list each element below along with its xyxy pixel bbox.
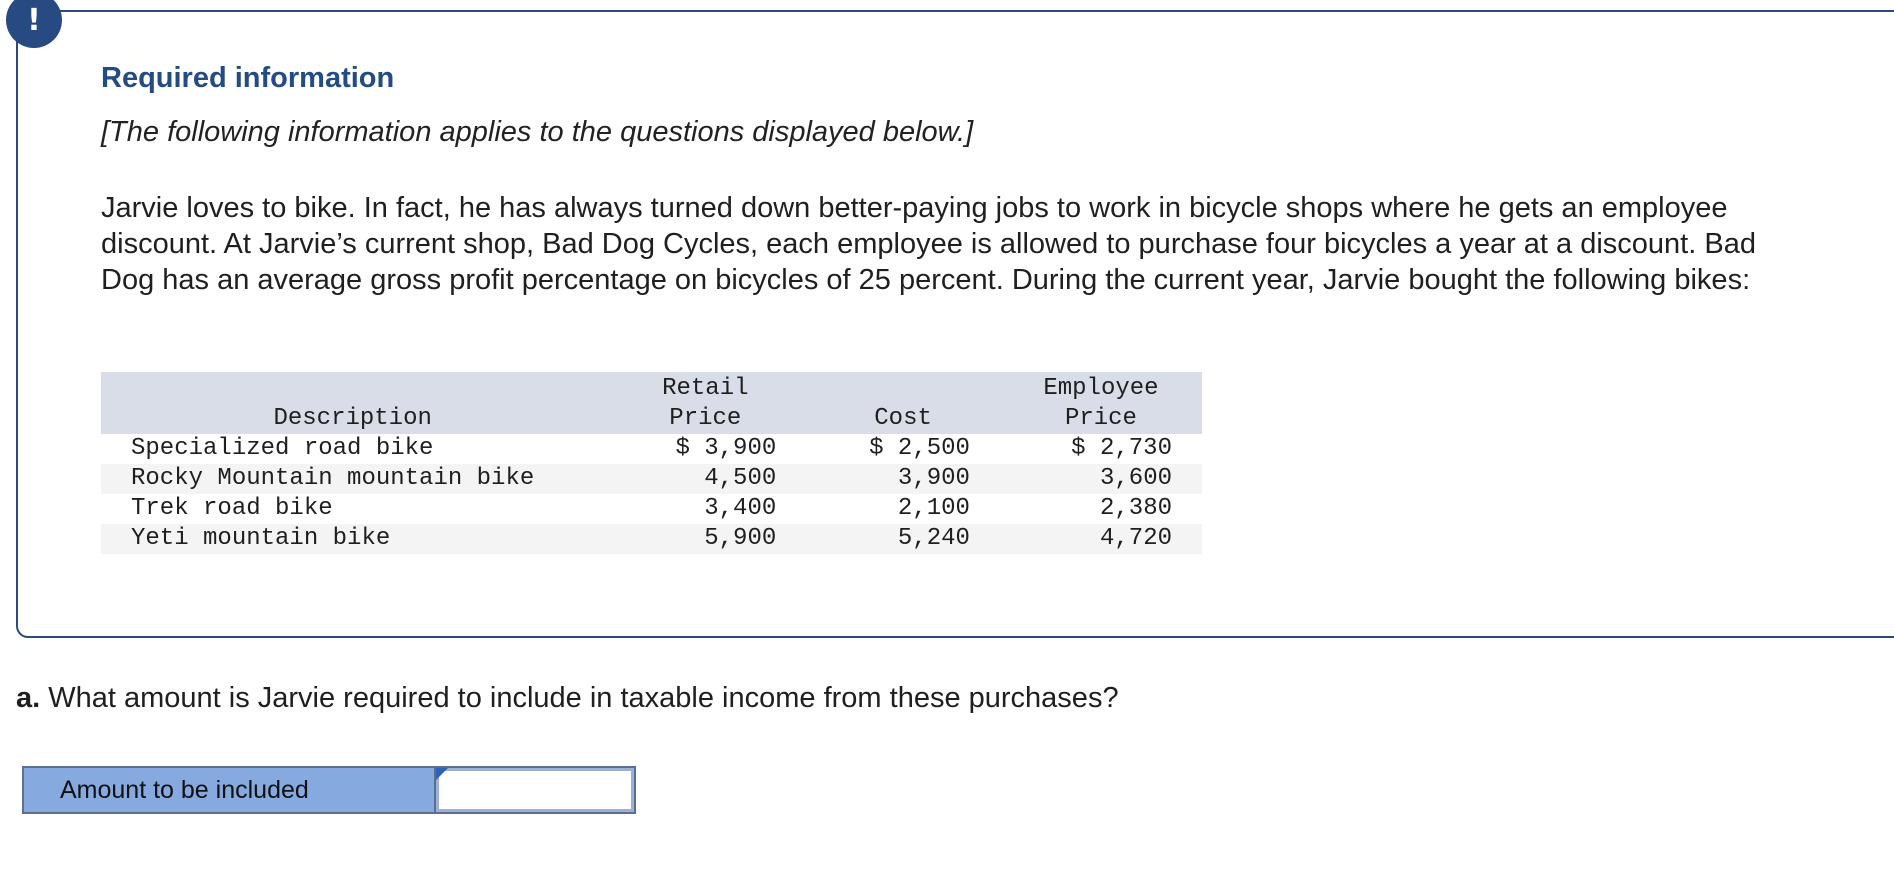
table-row: Trek road bike 3,400 2,100 2,380 (101, 494, 1202, 524)
amount-input-wrapper (436, 768, 634, 812)
question-text: What amount is Jarvie required to includ… (40, 682, 1119, 714)
header-cost: Cost (874, 405, 932, 432)
header-description: Description (273, 405, 432, 432)
row-cost: $ 2,500 (869, 435, 970, 462)
row-description: Rocky Mountain mountain bike (131, 465, 535, 492)
table-row: Specialized road bike $ 3,900 $ 2,500 $ … (101, 434, 1202, 464)
header-employee-price: Employee Price (1000, 372, 1202, 434)
row-retail-price: 3,400 (704, 495, 777, 522)
applies-note: [The following information applies to th… (101, 116, 974, 148)
row-description: Trek road bike (131, 495, 333, 522)
row-cost: 3,900 (897, 465, 970, 492)
table-row: Rocky Mountain mountain bike 4,500 3,900… (101, 464, 1202, 494)
page: ! Required information [The following in… (0, 0, 1894, 872)
problem-paragraph: Jarvie loves to bike. In fact, he has al… (101, 192, 1756, 296)
question-a: a. What amount is Jarvie required to inc… (16, 682, 1119, 715)
row-retail-price: 4,500 (704, 465, 777, 492)
header-employee-line2: Price (1064, 405, 1137, 432)
table-row: Yeti mountain bike 5,900 5,240 4,720 (101, 524, 1202, 554)
row-cost: 2,100 (897, 495, 970, 522)
row-retail-price: $ 3,900 (675, 435, 777, 462)
required-information-title: Required information (101, 62, 395, 94)
row-employee-price: $ 2,730 (1071, 435, 1172, 462)
row-employee-price: 2,380 (1099, 495, 1172, 522)
row-cost: 5,240 (897, 525, 970, 552)
row-description: Specialized road bike (131, 435, 434, 462)
amount-label: Amount to be included (24, 768, 436, 812)
answer-row: Amount to be included (22, 766, 636, 814)
row-employee-price: 4,720 (1099, 525, 1172, 552)
question-letter: a. (16, 682, 41, 714)
row-employee-price: 3,600 (1099, 465, 1172, 492)
amount-input[interactable] (436, 768, 634, 812)
bike-purchase-table: Description Retail Price Cost Employee P… (101, 372, 1202, 554)
header-retail-price: Retail Price (662, 375, 749, 432)
cell-marker-icon (436, 768, 448, 780)
row-retail-price: 5,900 (704, 525, 777, 552)
header-employee-line1: Employee (1043, 375, 1159, 402)
table-header-row: Description Retail Price Cost Employee P… (101, 372, 1202, 434)
row-description: Yeti mountain bike (131, 525, 391, 552)
